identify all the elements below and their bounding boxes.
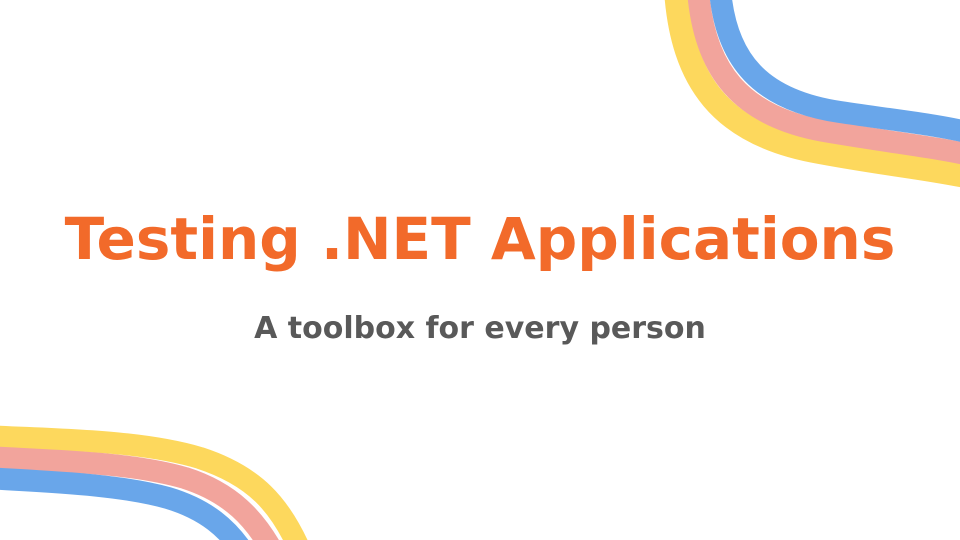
title-slide: Testing .NET Applications A toolbox for … — [0, 0, 960, 540]
bottom-left-ribbon — [0, 425, 308, 540]
top-right-ribbon — [664, 0, 960, 188]
slide-subtitle: A toolbox for every person — [254, 311, 706, 346]
slide-title: Testing .NET Applications — [64, 205, 896, 273]
